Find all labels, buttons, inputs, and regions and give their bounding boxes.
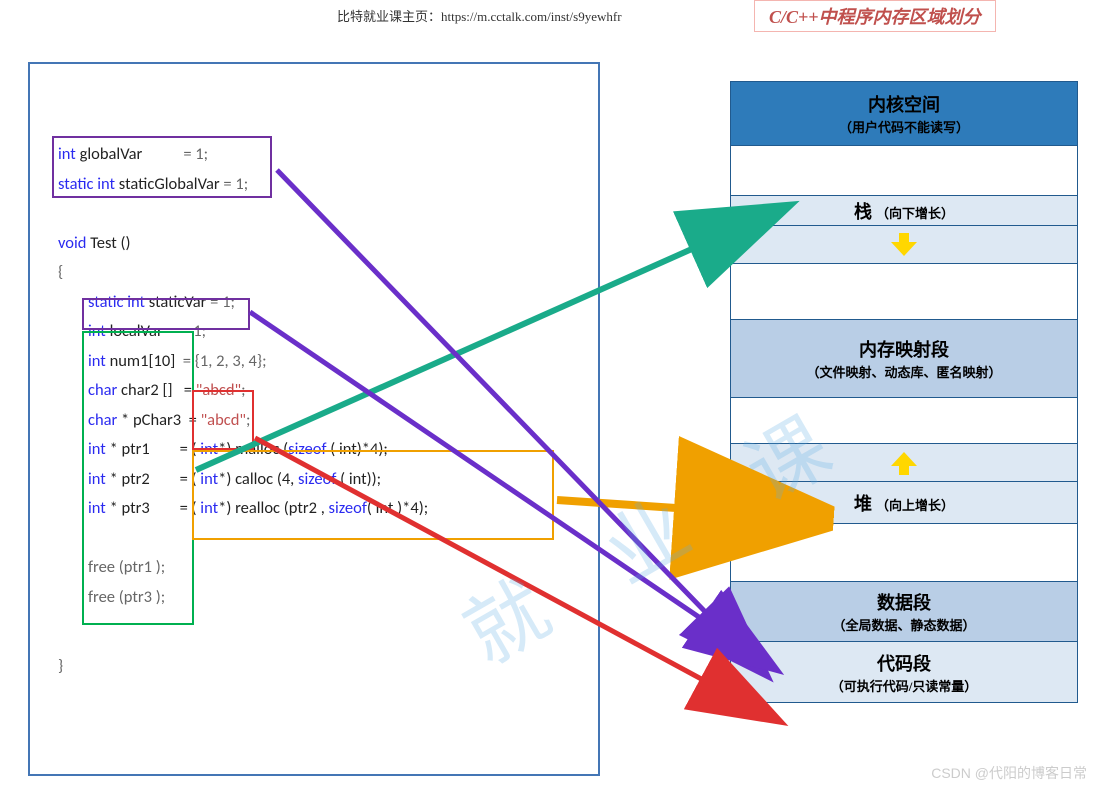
mem-gap3 [731, 398, 1077, 444]
mem-gap4 [731, 524, 1077, 582]
mem-heap-arrow [731, 444, 1077, 482]
watermark: CSDN @代阳的博客日常 [931, 763, 1087, 783]
arrow-up-icon [892, 451, 916, 475]
diagram-title: C/C++中程序内存区域划分 [754, 0, 996, 32]
code-panel: int globalVar = 1; static int staticGlob… [28, 62, 600, 776]
mem-mmap: 内存映射段 （文件映射、动态库、匿名映射） [731, 320, 1077, 398]
mem-stack: 栈 （向下增长） [731, 196, 1077, 226]
header-url: 比特就业课主页：https://m.cctalk.com/inst/s9yewh… [337, 6, 622, 25]
mem-gap1 [731, 146, 1077, 196]
mem-stack-arrow [731, 226, 1077, 264]
memory-layout: 内核空间 （用户代码不能读写） 栈 （向下增长） 内存映射段 （文件映射、动态库… [730, 81, 1078, 703]
arrow-down-icon [892, 233, 916, 257]
mem-kernel: 内核空间 （用户代码不能读写） [731, 82, 1077, 146]
mem-heap: 堆 （向上增长） [731, 482, 1077, 524]
mem-gap2 [731, 264, 1077, 320]
mem-code: 代码段 （可执行代码/只读常量） [731, 642, 1077, 702]
mem-data: 数据段 （全局数据、静态数据） [731, 582, 1077, 642]
